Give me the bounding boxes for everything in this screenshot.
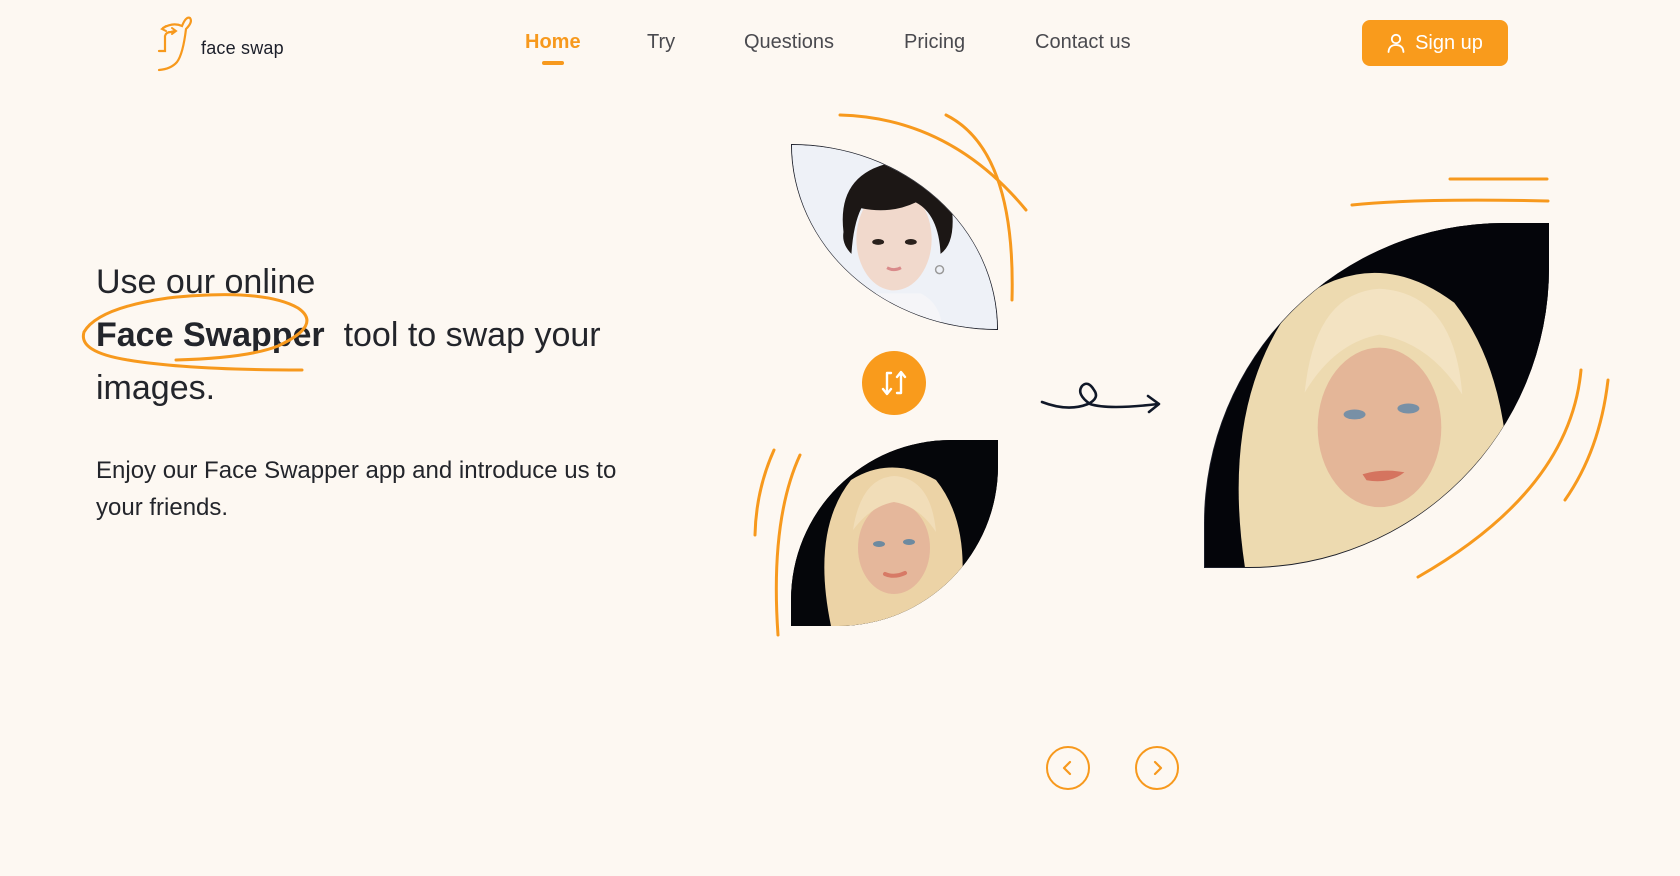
nav-contact-us[interactable]: Contact us (1035, 31, 1131, 54)
heading-line-2-rest: tool to swap your (343, 316, 601, 354)
user-icon (1387, 33, 1405, 53)
carousel-next-button[interactable] (1135, 746, 1179, 790)
face-swap-logo-icon (157, 16, 192, 72)
result-face-illustration (1205, 223, 1549, 567)
brand-logo[interactable]: face swap (155, 14, 295, 74)
active-indicator (541, 61, 564, 65)
nav-try[interactable]: Try (647, 31, 675, 54)
source-face-image[interactable] (791, 144, 998, 330)
carousel-prev-button[interactable] (1046, 746, 1090, 790)
highlight-scribble-icon (81, 293, 309, 372)
nav-home-label: Home (525, 31, 581, 53)
source-face-illustration (792, 145, 997, 329)
brand-name: face swap (201, 38, 284, 58)
nav-pricing[interactable]: Pricing (904, 31, 965, 54)
sign-up-label: Sign up (1415, 31, 1483, 54)
nav-questions[interactable]: Questions (744, 31, 834, 54)
swap-arrows-icon (881, 370, 907, 396)
chevron-left-icon (1062, 760, 1072, 776)
sign-up-button[interactable]: Sign up (1362, 20, 1508, 66)
chevron-right-icon (1153, 760, 1163, 776)
curly-arrow-icon (1040, 382, 1161, 414)
target-face-image[interactable] (791, 440, 998, 626)
nav-home[interactable]: Home (525, 31, 581, 65)
hero-description: Enjoy our Face Swapper app and introduce… (96, 457, 617, 521)
target-face-illustration (791, 440, 998, 626)
swap-button[interactable] (862, 351, 926, 415)
result-face-image[interactable] (1204, 223, 1549, 568)
